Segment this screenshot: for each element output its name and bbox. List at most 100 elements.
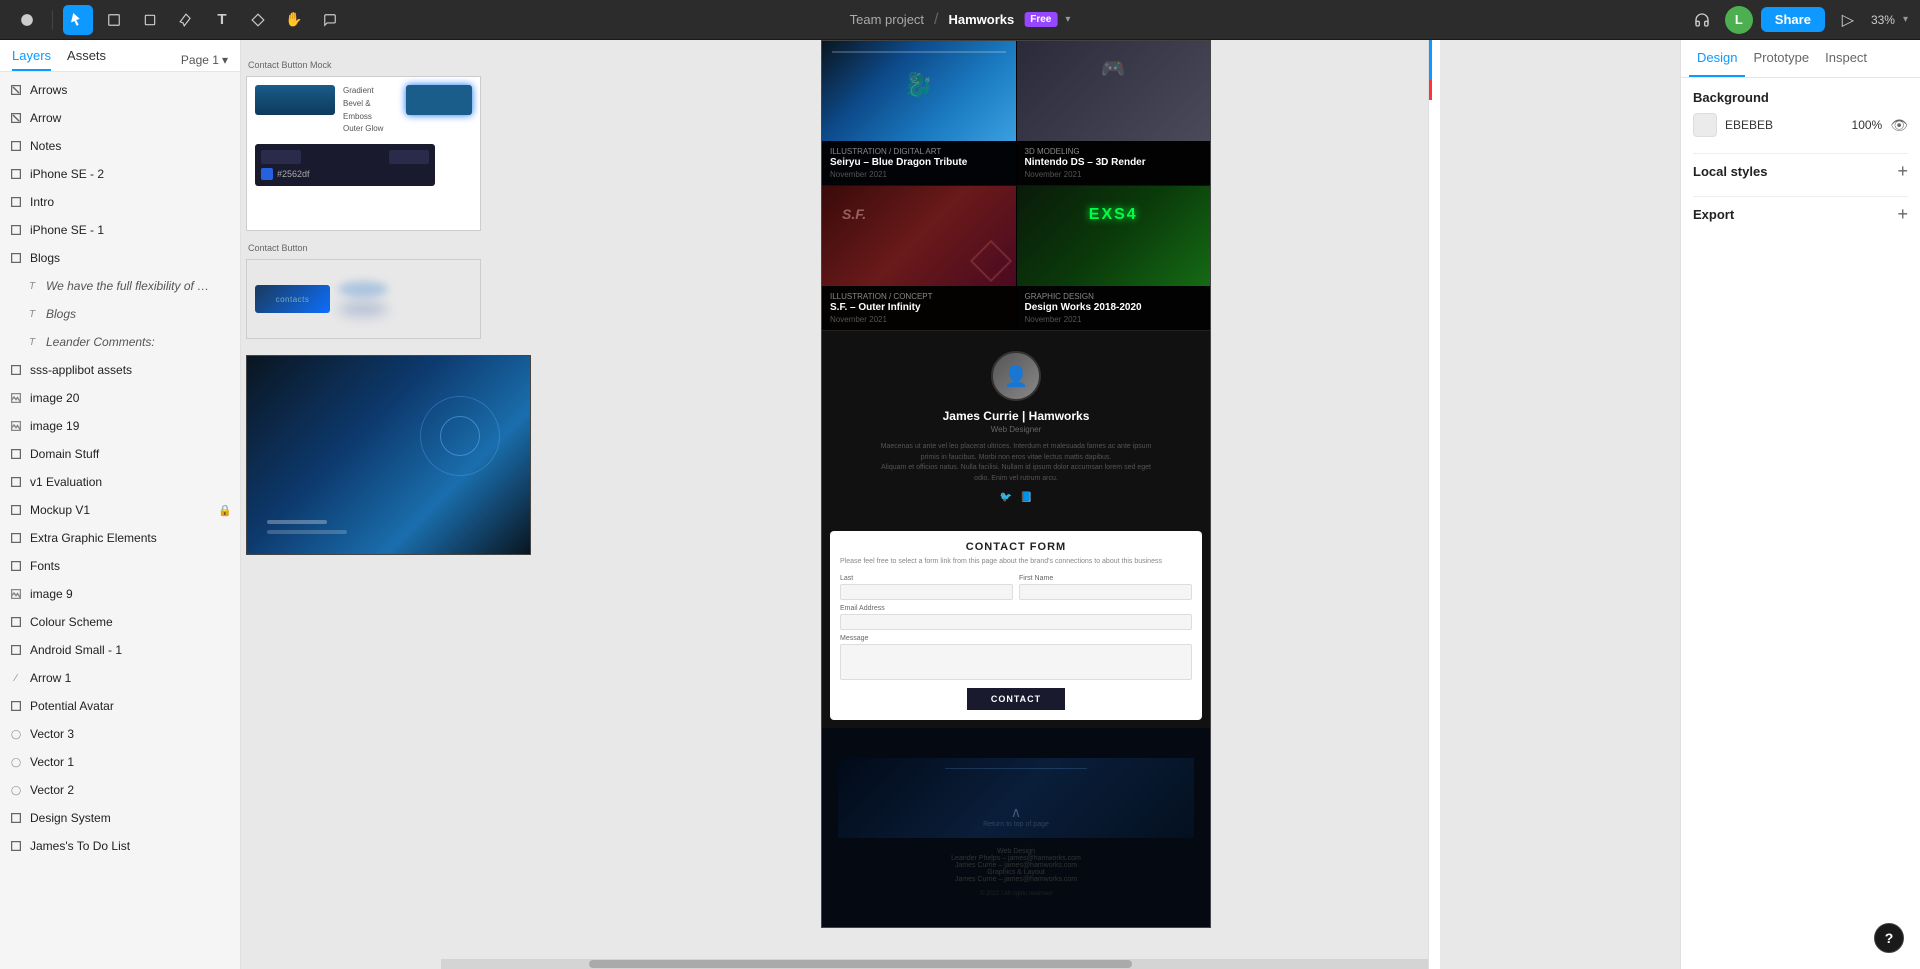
layer-item-sss[interactable]: sss-applibot assets <box>0 356 240 384</box>
left-sidebar: Layers Assets Page 1 ▾ Arrows Arrow <box>0 40 241 969</box>
help-button[interactable]: ? <box>1874 923 1904 953</box>
layer-item-blogs[interactable]: Blogs <box>0 244 240 272</box>
layer-item-intro[interactable]: Intro <box>0 188 240 216</box>
right-tabs: Design Prototype Inspect <box>1681 40 1920 78</box>
card-ds-label: 3D MODELING <box>1025 147 1203 156</box>
comment-tool-button[interactable] <box>315 5 345 35</box>
layer-icon-extras <box>8 530 24 546</box>
component-tool-button[interactable] <box>243 5 273 35</box>
local-styles-section: Local styles + <box>1693 162 1908 180</box>
layer-item-image9[interactable]: image 9 <box>0 580 240 608</box>
layer-item-android[interactable]: Android Small - 1 <box>0 636 240 664</box>
layer-item-image19[interactable]: image 19 <box>0 412 240 440</box>
page-chevron: ▾ <box>222 53 228 67</box>
layer-item-arrow1[interactable]: ∕ Arrow 1 <box>0 664 240 692</box>
frame-tool-button[interactable] <box>99 5 129 35</box>
add-local-style-button[interactable]: + <box>1897 162 1908 180</box>
gradient-labels: Gradient Bevel & Emboss Outer Glow <box>343 85 398 136</box>
layer-name-text-flex: We have the full flexibility of … <box>46 279 232 293</box>
background-color-value[interactable]: EBEBEB <box>1725 118 1844 132</box>
project-chevron[interactable]: ▾ <box>1065 14 1070 25</box>
layer-item-todo[interactable]: James's To Do List <box>0 832 240 860</box>
portfolio-main-frame[interactable]: 🐉 ILLUSTRATION / DIGITAL ART Seiryu – Bl… <box>821 40 1211 928</box>
right-sidebar: Design Prototype Inspect Background EBEB… <box>1680 40 1920 969</box>
scrollbar-thumb[interactable] <box>589 960 1132 968</box>
pen-tool-button[interactable] <box>171 5 201 35</box>
layer-item-mockup[interactable]: Mockup V1 🔒 <box>0 496 240 524</box>
layer-name-avatar: Potential Avatar <box>30 699 232 713</box>
page-selector[interactable]: Page 1 ▾ <box>181 53 228 67</box>
background-swatch[interactable] <box>1693 113 1717 137</box>
frame-image19[interactable] <box>246 355 531 555</box>
layer-item-extras[interactable]: Extra Graphic Elements <box>0 524 240 552</box>
project-name: Team project <box>850 12 924 27</box>
layer-item-vector2[interactable]: ◯ Vector 2 <box>0 776 240 804</box>
layer-item-arrow[interactable]: Arrow <box>0 104 240 132</box>
accent-red-strip <box>1429 80 1432 100</box>
canvas-area[interactable]: Contact Button Mock Gradient Bevel & Emb… <box>241 40 1680 969</box>
card-blue-bg: 🐉 <box>822 41 1016 141</box>
field-last-input[interactable] <box>840 584 1013 600</box>
hand-tool-button[interactable]: ✋ <box>279 5 309 35</box>
gradient-demo-col <box>255 85 335 115</box>
add-export-button[interactable]: + <box>1897 205 1908 223</box>
frame-contact-btn[interactable]: contacts <box>246 259 481 339</box>
text-tool-button[interactable]: T <box>207 5 237 35</box>
tab-layers[interactable]: Layers <box>12 48 51 71</box>
layer-name-extras: Extra Graphic Elements <box>30 531 232 545</box>
move-tool-button[interactable] <box>63 5 93 35</box>
field-first-input[interactable] <box>1019 584 1192 600</box>
avatar[interactable]: L <box>1725 6 1753 34</box>
contact-submit-button[interactable]: CONTACT <box>967 688 1065 710</box>
menu-button[interactable] <box>12 5 42 35</box>
present-button[interactable]: ▷ <box>1833 5 1863 35</box>
layer-item-text-comments[interactable]: T Leander Comments: <box>0 328 240 356</box>
layer-item-notes[interactable]: Notes <box>0 132 240 160</box>
export-header: Export + <box>1693 205 1908 223</box>
layer-icon-sss <box>8 362 24 378</box>
tab-design[interactable]: Design <box>1689 40 1745 77</box>
layer-item-iphonese2[interactable]: iPhone SE - 2 <box>0 160 240 188</box>
tab-prototype[interactable]: Prototype <box>1745 40 1817 77</box>
layer-item-v1eval[interactable]: v1 Evaluation <box>0 468 240 496</box>
project-title[interactable]: Hamworks <box>948 12 1014 27</box>
divider-1 <box>1693 153 1908 154</box>
footer-back-top: Return to top of page <box>983 821 1049 828</box>
headphone-button[interactable] <box>1687 5 1717 35</box>
layer-item-arrows[interactable]: Arrows <box>0 76 240 104</box>
dark-ui-header <box>261 150 429 164</box>
layer-name-text-comments: Leander Comments: <box>46 335 232 349</box>
zoom-chevron[interactable]: ▾ <box>1903 14 1908 25</box>
layer-item-vector1[interactable]: ◯ Vector 1 <box>0 748 240 776</box>
share-button[interactable]: Share <box>1761 7 1825 32</box>
field-message-input[interactable] <box>840 644 1192 680</box>
tab-inspect[interactable]: Inspect <box>1817 40 1875 77</box>
layer-item-vector3[interactable]: ◯ Vector 3 <box>0 720 240 748</box>
layer-item-domain[interactable]: Domain Stuff <box>0 440 240 468</box>
frame-contact-mock[interactable]: Gradient Bevel & Emboss Outer Glow <box>246 76 481 231</box>
shape-tool-button[interactable] <box>135 5 165 35</box>
layer-item-design-system[interactable]: Design System <box>0 804 240 832</box>
layer-icon-todo <box>8 838 24 854</box>
layer-icon-notes <box>8 138 24 154</box>
card-blue-date: November 2021 <box>830 170 1008 179</box>
layer-item-image20[interactable]: image 20 <box>0 384 240 412</box>
sidebar-tabs: Layers Assets Page 1 ▾ <box>0 40 240 72</box>
visibility-icon[interactable]: 👁 <box>1890 117 1908 134</box>
glow-btn-demo <box>406 85 472 115</box>
background-opacity[interactable]: 100% <box>1852 118 1883 132</box>
layer-item-avatar[interactable]: Potential Avatar <box>0 692 240 720</box>
layer-name-domain: Domain Stuff <box>30 447 232 461</box>
layer-item-iphonese1[interactable]: iPhone SE - 1 <box>0 216 240 244</box>
layer-item-text-blogs[interactable]: T Blogs <box>0 300 240 328</box>
field-email-input[interactable] <box>840 614 1192 630</box>
zoom-level[interactable]: 33% <box>1871 13 1895 27</box>
toolbar-right: L Share ▷ 33% ▾ <box>1687 5 1908 35</box>
tab-assets[interactable]: Assets <box>67 48 106 71</box>
horizontal-scrollbar[interactable] <box>441 959 1428 969</box>
layer-item-colour[interactable]: Colour Scheme <box>0 608 240 636</box>
free-badge: Free <box>1024 12 1057 27</box>
layer-item-fonts[interactable]: Fonts <box>0 552 240 580</box>
card-sf-info: ILLUSTRATION / CONCEPT S.F. – Outer Infi… <box>822 286 1016 330</box>
layer-item-text-flex[interactable]: T We have the full flexibility of … <box>0 272 240 300</box>
